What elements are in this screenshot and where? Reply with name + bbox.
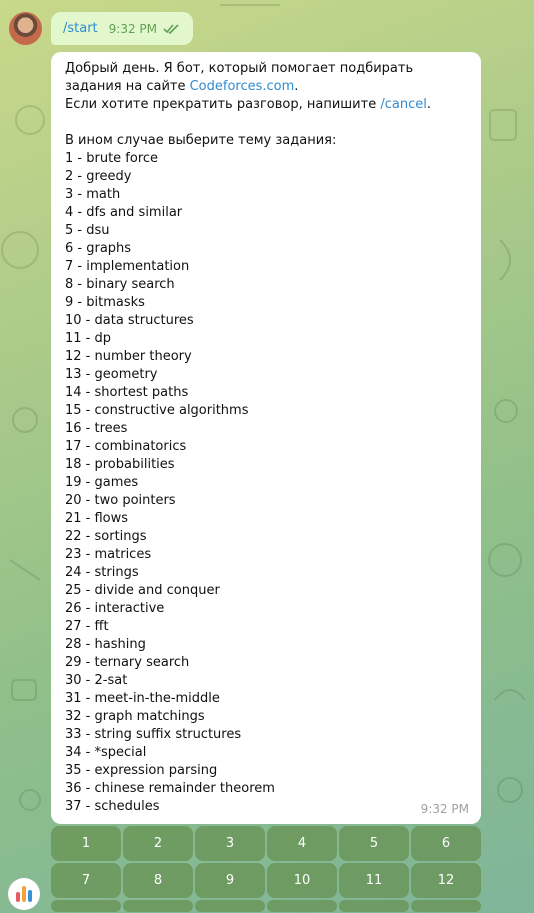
- topic-item: 17 - combinatorics: [65, 439, 187, 454]
- keyboard-button-8[interactable]: 8: [123, 863, 193, 898]
- topic-item: 29 - ternary search: [65, 655, 190, 670]
- double-check-icon: [163, 23, 179, 34]
- keyboard-button-row-partial[interactable]: [195, 900, 265, 912]
- topic-item: 19 - games: [65, 475, 139, 490]
- keyboard-button-6[interactable]: 6: [411, 826, 481, 861]
- keyboard-button-row-partial[interactable]: [51, 900, 121, 912]
- keyboard-button-12[interactable]: 12: [411, 863, 481, 898]
- keyboard-button-row-partial[interactable]: [411, 900, 481, 912]
- topic-item: 34 - *special: [65, 745, 147, 760]
- topic-list: 1 - brute force 2 - greedy 3 - math 4 - dfs…: [65, 150, 467, 816]
- topic-item: 3 - math: [65, 187, 121, 202]
- keyboard-button-10[interactable]: 10: [267, 863, 337, 898]
- topic-item: 4 - dfs and similar: [65, 205, 183, 220]
- topic-item: 5 - dsu: [65, 223, 110, 238]
- topic-item: 16 - trees: [65, 421, 128, 436]
- topic-item: 30 - 2-sat: [65, 673, 128, 688]
- topic-item: 25 - divide and conquer: [65, 583, 220, 598]
- choose-topic-prompt: В ином случае выберите тему задания:: [65, 133, 337, 148]
- cancel-command-link[interactable]: /cancel: [380, 97, 427, 112]
- keyboard-button-2[interactable]: 2: [123, 826, 193, 861]
- topic-item: 32 - graph matchings: [65, 709, 205, 724]
- topic-item: 21 - flows: [65, 511, 129, 526]
- topic-item: 31 - meet-in-the-middle: [65, 691, 220, 706]
- topic-item: 22 - sortings: [65, 529, 147, 544]
- user-avatar[interactable]: [9, 12, 42, 45]
- keyboard-button-row-partial[interactable]: [123, 900, 193, 912]
- keyboard-button-9[interactable]: 9: [195, 863, 265, 898]
- topic-item: 7 - implementation: [65, 259, 190, 274]
- greeting-text: Добрый день. Я бот, который помогает под…: [65, 61, 414, 94]
- topic-item: 15 - constructive algorithms: [65, 403, 249, 418]
- keyboard-button-11[interactable]: 11: [339, 863, 409, 898]
- topic-item: 26 - interactive: [65, 601, 165, 616]
- outgoing-message: /start 9:32 PM: [51, 12, 193, 45]
- topic-item: 36 - chinese remainder theorem: [65, 781, 275, 796]
- topic-item: 24 - strings: [65, 565, 139, 580]
- keyboard-button-5[interactable]: 5: [339, 826, 409, 861]
- topic-item: 12 - number theory: [65, 349, 192, 364]
- topic-item: 27 - fft: [65, 619, 109, 634]
- bot-menu-icon[interactable]: [8, 878, 40, 910]
- topic-item: 28 - hashing: [65, 637, 146, 652]
- topic-item: 23 - matrices: [65, 547, 152, 562]
- incoming-bot-message: Добрый день. Я бот, который помогает под…: [51, 52, 481, 824]
- topic-item: 35 - expression parsing: [65, 763, 218, 778]
- topic-item: 13 - geometry: [65, 367, 158, 382]
- keyboard-button-3[interactable]: 3: [195, 826, 265, 861]
- topic-item: 1 - brute force: [65, 151, 159, 166]
- cancel-instruction: Если хотите прекратить разговор, напишит…: [65, 97, 431, 112]
- start-command-link[interactable]: /start: [63, 21, 98, 36]
- incoming-message-time: 9:32 PM: [420, 802, 469, 816]
- topic-item: 2 - greedy: [65, 169, 132, 184]
- keyboard-button-row-partial[interactable]: [267, 900, 337, 912]
- codeforces-link[interactable]: Codeforces.com: [190, 79, 295, 94]
- topic-item: 8 - binary search: [65, 277, 175, 292]
- topic-item: 9 - bitmasks: [65, 295, 145, 310]
- topic-item: 6 - graphs: [65, 241, 132, 256]
- topic-item: 37 - schedules: [65, 799, 160, 814]
- topic-item: 10 - data structures: [65, 313, 194, 328]
- reply-keyboard: 1 2 3 4 5 6 7 8 9 10 11 12: [51, 826, 481, 912]
- keyboard-button-1[interactable]: 1: [51, 826, 121, 861]
- topic-item: 20 - two pointers: [65, 493, 176, 508]
- topic-item: 14 - shortest paths: [65, 385, 189, 400]
- keyboard-button-4[interactable]: 4: [267, 826, 337, 861]
- keyboard-button-7[interactable]: 7: [51, 863, 121, 898]
- outgoing-message-time: 9:32 PM: [108, 21, 157, 36]
- topic-item: 33 - string suffix structures: [65, 727, 242, 742]
- topic-item: 11 - dp: [65, 331, 112, 346]
- topic-item: 18 - probabilities: [65, 457, 175, 472]
- keyboard-button-row-partial[interactable]: [339, 900, 409, 912]
